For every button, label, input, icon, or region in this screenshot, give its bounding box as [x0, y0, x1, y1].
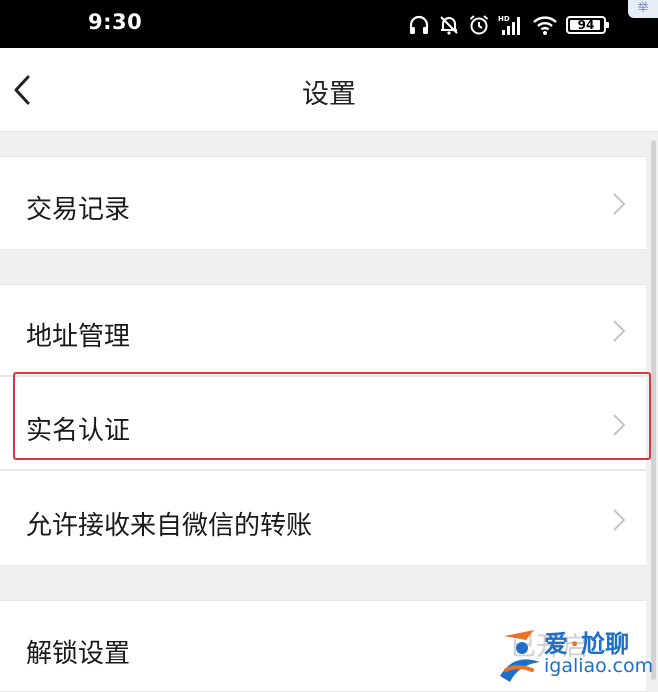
signal-icon: HD: [498, 15, 520, 35]
corner-tab-label: 举: [637, 1, 649, 14]
settings-screen: 9:30 HD 94 举 设置 交易记录 地址管理 实名认证 允许接收来自微信的…: [0, 0, 658, 692]
watermark-title-dot: ·: [570, 630, 580, 658]
settings-item-label: 地址管理: [26, 322, 131, 352]
wifi-icon: [533, 16, 557, 35]
settings-item-transaction-records[interactable]: 交易记录: [0, 156, 646, 250]
chevron-right-icon: [613, 320, 626, 342]
corner-report-tab[interactable]: 举: [628, 0, 658, 18]
watermark-title-part1: 爱: [544, 630, 568, 658]
settings-item-label: 解锁设置: [26, 639, 131, 669]
watermark-url: igaliao.com: [544, 655, 654, 677]
settings-item-address-management[interactable]: 地址管理: [0, 284, 646, 376]
headphones-icon: [409, 15, 429, 34]
watermark-logo-icon: [500, 630, 540, 682]
scrollbar[interactable]: [651, 140, 656, 680]
settings-item-real-name-verification[interactable]: 实名认证: [0, 376, 646, 470]
watermark-title: 爱·尬聊: [544, 624, 629, 659]
page-title: 设置: [302, 79, 356, 110]
chevron-right-icon: [613, 414, 626, 436]
chevron-right-icon: [613, 509, 626, 531]
watermark: 已开启 爱·尬聊 igaliao.com: [496, 622, 658, 692]
alarm-icon: [469, 15, 489, 35]
settings-item-label: 实名认证: [26, 416, 131, 446]
settings-item-label: 交易记录: [26, 195, 131, 225]
mute-bell-icon: [440, 16, 458, 35]
settings-item-wechat-transfer[interactable]: 允许接收来自微信的转账: [0, 470, 646, 566]
network-type-label: HD: [498, 15, 510, 23]
status-bar: 9:30 HD 94: [0, 0, 658, 48]
status-time: 9:30: [88, 10, 143, 34]
battery-level: 94: [577, 18, 595, 32]
settings-item-label: 允许接收来自微信的转账: [26, 511, 313, 541]
watermark-title-part2: 尬聊: [581, 630, 630, 658]
battery-icon: 94: [566, 16, 609, 34]
status-icons: HD 94: [408, 13, 609, 37]
nav-header: 设置: [0, 48, 658, 132]
chevron-right-icon: [613, 193, 626, 215]
